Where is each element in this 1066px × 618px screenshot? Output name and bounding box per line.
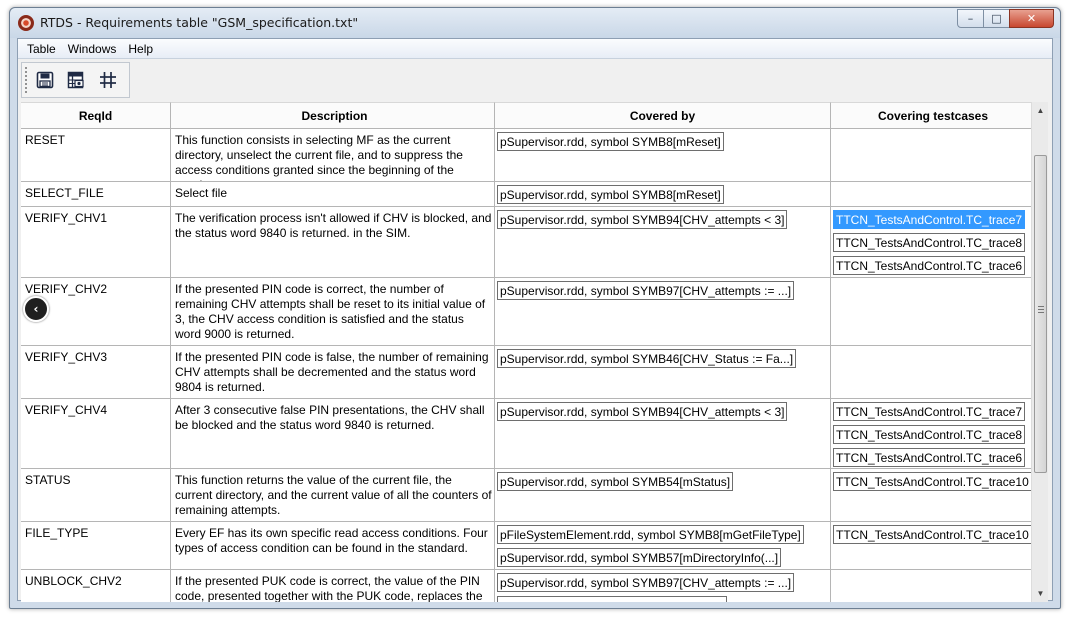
- scroll-up-icon[interactable]: ▲: [1032, 102, 1049, 119]
- cell-reqid[interactable]: VERIFY_CHV3: [21, 346, 171, 398]
- table-row[interactable]: FILE_TYPE Every EF has its own specific r…: [21, 522, 1036, 570]
- column-header-reqid[interactable]: ReqId: [21, 102, 171, 129]
- cell-reqid[interactable]: RESET: [21, 129, 171, 181]
- testcase-link[interactable]: TTCN_TestsAndControl.TC_trace8: [833, 425, 1026, 444]
- cell-description[interactable]: The verification process isn't allowed i…: [171, 207, 495, 277]
- cell-description[interactable]: After 3 consecutive false PIN presentati…: [171, 399, 495, 468]
- table-row[interactable]: VERIFY_CHV1 The verification process isn'…: [21, 207, 1036, 278]
- cell-covered-by[interactable]: pSupervisor.rdd, symbol SYMB97[CHV_attem…: [495, 278, 831, 345]
- coverage-link[interactable]: pSupervisor.rdd, symbol SYMB97[CHV_attem…: [497, 281, 795, 300]
- cell-reqid[interactable]: UNBLOCK_CHV2: [21, 570, 171, 602]
- title-bar[interactable]: RTDS - Requirements table "GSM_specifica…: [10, 8, 1060, 38]
- cell-covering-testcases[interactable]: [831, 182, 1036, 206]
- window-controls: – □ ✕: [957, 9, 1054, 28]
- scrollbar-thumb[interactable]: [1034, 155, 1047, 473]
- coverage-link[interactable]: pSupervisor.rdd, symbol SYMB97[CHV_attem…: [497, 573, 795, 592]
- close-button[interactable]: ✕: [1009, 9, 1054, 28]
- column-header-description[interactable]: Description: [171, 102, 495, 129]
- cell-covered-by[interactable]: pSupervisor.rdd, symbol SYMB46[CHV_Statu…: [495, 346, 831, 398]
- scroll-down-icon[interactable]: ▼: [1032, 585, 1049, 602]
- grid-button[interactable]: [98, 69, 118, 91]
- cell-covered-by[interactable]: pSupervisor.rdd, symbol SYMB54[mStatus]: [495, 469, 831, 521]
- cell-covering-testcases[interactable]: [831, 346, 1036, 398]
- toolbar: [21, 62, 130, 98]
- table-row[interactable]: VERIFY_CHV4 After 3 consecutive false PIN…: [21, 399, 1036, 469]
- minimize-button[interactable]: –: [957, 9, 984, 28]
- cell-covering-testcases[interactable]: TTCN_TestsAndControl.TC_trace7 TTCN_Tests…: [831, 399, 1036, 468]
- menu-table[interactable]: Table: [21, 42, 62, 56]
- cell-covering-testcases[interactable]: TTCN_TestsAndControl.TC_trace7 TTCN_Tests…: [831, 207, 1036, 277]
- menu-help[interactable]: Help: [122, 42, 159, 56]
- testcase-link[interactable]: TTCN_TestsAndControl.TC_trace8: [833, 233, 1026, 252]
- requirements-table: ReqId Description Covered by Covering te…: [21, 102, 1036, 602]
- table-row[interactable]: STATUS This function returns the value of…: [21, 469, 1036, 522]
- toolbar-grip-icon[interactable]: [24, 66, 29, 94]
- cell-covering-testcases[interactable]: TTCN_TestsAndControl.TC_trace10: [831, 522, 1036, 569]
- testcase-link[interactable]: TTCN_TestsAndControl.TC_trace6: [833, 256, 1026, 275]
- column-header-covered-by[interactable]: Covered by: [495, 102, 831, 129]
- coverage-link[interactable]: pSupervisor.rdd, symbol SYMB94[CHV_attem…: [497, 210, 788, 229]
- table-row[interactable]: VERIFY_CHV2 If the presented PIN code is …: [21, 278, 1036, 346]
- menu-windows[interactable]: Windows: [62, 42, 123, 56]
- coverage-link[interactable]: [497, 596, 727, 602]
- table-row[interactable]: RESET This function consists in selecting…: [21, 129, 1036, 182]
- table-row[interactable]: VERIFY_CHV3 If the presented PIN code is …: [21, 346, 1036, 399]
- cell-description[interactable]: This function returns the value of the c…: [171, 469, 495, 521]
- back-chevron-button[interactable]: ‹: [23, 296, 49, 322]
- cell-covered-by[interactable]: pSupervisor.rdd, symbol SYMB94[CHV_attem…: [495, 399, 831, 468]
- coverage-link[interactable]: pSupervisor.rdd, symbol SYMB94[CHV_attem…: [497, 402, 788, 421]
- app-logo-icon: [18, 15, 34, 31]
- save-button[interactable]: [35, 69, 55, 91]
- testcase-link[interactable]: TTCN_TestsAndControl.TC_trace7: [833, 402, 1026, 421]
- client-area: Table Windows Help ReqId Description Cov…: [17, 38, 1053, 602]
- coverage-link[interactable]: pSupervisor.rdd, symbol SYMB46[CHV_Statu…: [497, 349, 797, 368]
- coverage-link[interactable]: pSupervisor.rdd, symbol SYMB57[mDirector…: [497, 548, 782, 567]
- cell-reqid[interactable]: FILE_TYPE: [21, 522, 171, 569]
- cell-reqid[interactable]: SELECT_FILE: [21, 182, 171, 206]
- coverage-link[interactable]: pSupervisor.rdd, symbol SYMB54[mStatus]: [497, 472, 734, 491]
- cell-reqid[interactable]: STATUS: [21, 469, 171, 521]
- table-row[interactable]: SELECT_FILE Select file pSupervisor.rdd, s…: [21, 182, 1036, 207]
- save-icon: [36, 71, 54, 89]
- coverage-link[interactable]: pSupervisor.rdd, symbol SYMB8[mReset]: [497, 185, 724, 204]
- thumb-grip-icon: [1038, 306, 1044, 313]
- cell-description[interactable]: If the presented PIN code is false, the …: [171, 346, 495, 398]
- cell-covering-testcases[interactable]: TTCN_TestsAndControl.TC_trace10: [831, 469, 1036, 521]
- cell-description[interactable]: Select file: [171, 182, 495, 206]
- testcase-link[interactable]: TTCN_TestsAndControl.TC_trace10: [833, 525, 1032, 544]
- cell-reqid[interactable]: VERIFY_CHV4: [21, 399, 171, 468]
- cell-description[interactable]: Every EF has its own specific read acces…: [171, 522, 495, 569]
- maximize-button[interactable]: □: [983, 9, 1010, 28]
- table-body: RESET This function consists in selecting…: [21, 129, 1036, 602]
- cell-covered-by[interactable]: pSupervisor.rdd, symbol SYMB97[CHV_attem…: [495, 570, 831, 602]
- cell-description[interactable]: If the presented PUK code is correct, th…: [171, 570, 495, 602]
- column-header-covering-testcases[interactable]: Covering testcases: [831, 102, 1036, 129]
- testcase-link[interactable]: TTCN_TestsAndControl.TC_trace10: [833, 472, 1032, 491]
- vertical-scrollbar[interactable]: ▲ ▼: [1031, 102, 1048, 602]
- app-window: RTDS - Requirements table "GSM_specifica…: [9, 7, 1061, 609]
- testcase-link[interactable]: TTCN_TestsAndControl.TC_trace7: [833, 210, 1026, 229]
- cell-reqid[interactable]: VERIFY_CHV1: [21, 207, 171, 277]
- cell-covered-by[interactable]: pSupervisor.rdd, symbol SYMB8[mReset]: [495, 129, 831, 181]
- cell-covered-by[interactable]: pSupervisor.rdd, symbol SYMB8[mReset]: [495, 182, 831, 206]
- coverage-link[interactable]: pFileSystemElement.rdd, symbol SYMB8[mGe…: [497, 525, 804, 544]
- cell-covering-testcases[interactable]: [831, 570, 1036, 602]
- cell-covering-testcases[interactable]: [831, 278, 1036, 345]
- cell-description[interactable]: If the presented PIN code is correct, th…: [171, 278, 495, 345]
- export-table-button[interactable]: [66, 69, 86, 91]
- grid-icon: [99, 72, 116, 88]
- coverage-link[interactable]: pSupervisor.rdd, symbol SYMB8[mReset]: [497, 132, 724, 151]
- table-header: ReqId Description Covered by Covering te…: [21, 102, 1036, 129]
- window-title: RTDS - Requirements table "GSM_specifica…: [40, 15, 359, 30]
- testcase-link[interactable]: TTCN_TestsAndControl.TC_trace6: [833, 448, 1026, 467]
- cell-covered-by[interactable]: pSupervisor.rdd, symbol SYMB94[CHV_attem…: [495, 207, 831, 277]
- cell-covering-testcases[interactable]: [831, 129, 1036, 181]
- export-table-icon: [68, 71, 84, 89]
- cell-description[interactable]: This function consists in selecting MF a…: [171, 129, 495, 181]
- cell-covered-by[interactable]: pFileSystemElement.rdd, symbol SYMB8[mGe…: [495, 522, 831, 569]
- menu-bar: Table Windows Help: [18, 39, 1052, 59]
- table-row[interactable]: UNBLOCK_CHV2 If the presented PUK code is…: [21, 570, 1036, 602]
